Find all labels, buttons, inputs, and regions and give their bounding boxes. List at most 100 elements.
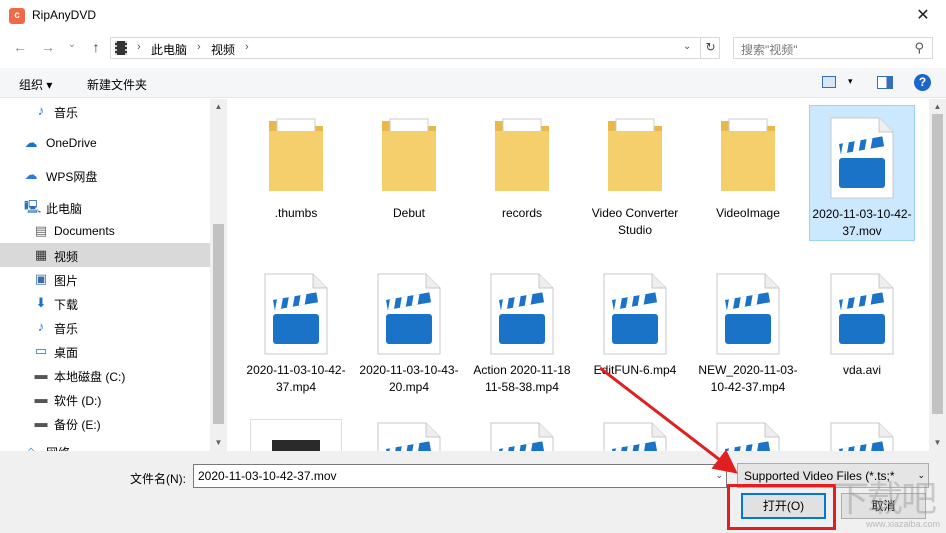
music-icon: ♪	[37, 319, 45, 334]
address-dropdown-icon[interactable]: ⌄	[683, 41, 691, 52]
breadcrumb-this-pc[interactable]: 此电脑	[151, 41, 187, 58]
sidebar-item[interactable]: ▭ 桌面	[0, 339, 210, 363]
video-file-item[interactable]	[582, 415, 688, 451]
video-file-icon	[356, 262, 462, 360]
sidebar-item[interactable]: ▬ 备份 (E:)	[0, 411, 210, 435]
sidebar-item[interactable]: ▤ Documents	[0, 219, 210, 243]
file-name: Debut	[392, 206, 426, 220]
breadcrumb-separator[interactable]: ›	[245, 41, 249, 53]
video-file-icon	[243, 262, 349, 360]
window-title: RipAnyDVD	[32, 8, 97, 22]
recent-dropdown-icon[interactable]: ⌄	[62, 39, 82, 50]
sidebar-item-label: 音乐	[54, 322, 79, 336]
file-name: records	[501, 206, 542, 220]
breadcrumb-separator[interactable]: ›	[137, 41, 141, 53]
sidebar-item[interactable]: ☁ WPS网盘	[0, 163, 210, 187]
filename-input[interactable]: 2020-11-03-10-42-37.mov ⌄	[193, 464, 727, 488]
video-file-item[interactable]	[695, 415, 801, 451]
sidebar-scroll-up-icon[interactable]: ▲	[210, 102, 227, 111]
preview-pane-icon[interactable]	[877, 76, 893, 89]
folder-icon	[695, 105, 801, 203]
file-list: .thumbs Debut records Video Converter Studi…	[229, 99, 929, 451]
file-name: .thumbs	[274, 206, 318, 220]
video-file-item[interactable]: NEW_2020-11-03-10-42-37.mp4	[695, 262, 801, 396]
video-thumbnail-item[interactable]	[243, 415, 349, 451]
organize-button[interactable]: 组织 ▾	[19, 76, 52, 93]
file-list-scroll-thumb[interactable]	[932, 114, 943, 414]
video-file-icon	[582, 262, 688, 360]
breadcrumb-videos[interactable]: 视频	[211, 41, 235, 58]
video-file-item[interactable]: EditFUN-6.mp4	[582, 262, 688, 379]
sidebar-scroll-down-icon[interactable]: ▼	[210, 438, 227, 447]
sidebar-item[interactable]: ⌂ 网络	[0, 439, 210, 452]
filename-dropdown-icon[interactable]: ⌄	[715, 470, 723, 481]
sidebar-item[interactable]: ▬ 软件 (D:)	[0, 387, 210, 411]
file-name: Action 2020-11-18 11-58-38.mp4	[473, 363, 571, 394]
drive-d-icon: ▬	[34, 391, 48, 406]
sidebar-item-label: OneDrive	[46, 136, 97, 150]
sidebar-item[interactable]: 🖳 此电脑	[0, 195, 210, 219]
wps-cloud-icon: ☁	[24, 167, 38, 182]
watermark-url: www.xiazaiba.com	[866, 519, 941, 529]
folder-item[interactable]: VideoImage	[695, 105, 801, 222]
sidebar-item-label: WPS网盘	[46, 170, 98, 184]
view-dropdown-icon[interactable]: ▾	[848, 76, 853, 87]
breadcrumb-separator[interactable]: ›	[197, 41, 201, 53]
cloud-icon: ☁	[24, 135, 38, 150]
sidebar-item-label: 备份 (E:)	[54, 418, 101, 432]
up-arrow-icon[interactable]: ↑	[86, 39, 106, 55]
sidebar-item[interactable]: ▦ 视频	[0, 243, 210, 267]
search-input[interactable]: 搜索"视频" ⚲	[733, 37, 933, 59]
new-folder-button[interactable]: 新建文件夹	[87, 76, 147, 93]
sidebar-item-label: 网络	[46, 444, 70, 451]
forward-arrow-icon[interactable]: →	[38, 39, 58, 55]
search-icon[interactable]: ⚲	[914, 40, 924, 56]
sidebar-item[interactable]: ⬇ 下载	[0, 291, 210, 315]
refresh-icon[interactable]: ↻	[700, 37, 720, 59]
video-file-icon	[582, 415, 688, 451]
folder-item[interactable]: .thumbs	[243, 105, 349, 222]
folder-item[interactable]: Video Converter Studio	[582, 105, 688, 239]
computer-icon: 🖳	[24, 199, 42, 214]
folder-item[interactable]: Debut	[356, 105, 462, 222]
video-file-item[interactable]	[809, 415, 915, 451]
sidebar-item[interactable]: ♪ 音乐	[0, 315, 210, 339]
video-file-icon	[809, 262, 915, 360]
file-name: vda.avi	[842, 363, 882, 377]
video-file-item[interactable]	[356, 415, 462, 451]
video-file-icon	[695, 262, 801, 360]
address-bar[interactable]: › 此电脑 › 视频 › ⌄	[110, 37, 720, 59]
filename-label: 文件名(N):	[130, 472, 186, 486]
file-name: 2020-11-03-10-42-37.mov	[812, 207, 912, 238]
video-file-item[interactable]: vda.avi	[809, 262, 915, 379]
video-file-item[interactable]: 2020-11-03-10-42-37.mov	[809, 105, 915, 241]
file-list-scroll-up-icon[interactable]: ▲	[929, 102, 946, 111]
video-file-item[interactable]: 2020-11-03-10-42-37.mp4	[243, 262, 349, 396]
sidebar-item-label: 视频	[54, 250, 79, 264]
sidebar-item[interactable]: ☁ OneDrive	[0, 131, 210, 155]
video-file-item[interactable]: Action 2020-11-18 11-58-38.mp4	[469, 262, 575, 396]
sidebar-item[interactable]: ♪ 音乐	[0, 99, 210, 123]
file-name: NEW_2020-11-03-10-42-37.mp4	[698, 363, 798, 394]
title-bar: c RipAnyDVD ✕	[0, 0, 946, 32]
sidebar-scroll-thumb[interactable]	[213, 224, 224, 424]
video-file-item[interactable]	[469, 415, 575, 451]
sidebar-item-label: 图片	[54, 274, 79, 288]
navigation-pane: ♪ 音乐 ☁ OneDrive ☁ WPS网盘 🖳 此电脑 ▤ Documents ▦ 视频 ▣ 图片 ⬇ 下…	[0, 99, 210, 451]
sidebar-item[interactable]: ▣ 图片	[0, 267, 210, 291]
video-file-icon	[695, 415, 801, 451]
back-arrow-icon[interactable]: ←	[10, 39, 30, 55]
file-list-scroll-down-icon[interactable]: ▼	[929, 438, 946, 447]
video-file-item[interactable]: 2020-11-03-10-43-20.mp4	[356, 262, 462, 396]
folder-icon	[582, 105, 688, 203]
folder-item[interactable]: records	[469, 105, 575, 222]
file-name: VideoImage	[716, 206, 780, 220]
view-options-icon[interactable]	[822, 76, 836, 88]
sidebar-item-label: 此电脑	[46, 202, 83, 216]
documents-icon: ▤	[34, 223, 48, 238]
file-name: 2020-11-03-10-43-20.mp4	[359, 363, 459, 394]
sidebar-item[interactable]: ▬ 本地磁盘 (C:)	[0, 363, 210, 387]
help-icon[interactable]: ?	[914, 74, 931, 91]
close-icon[interactable]: ✕	[900, 0, 946, 32]
folder-icon	[356, 105, 462, 203]
